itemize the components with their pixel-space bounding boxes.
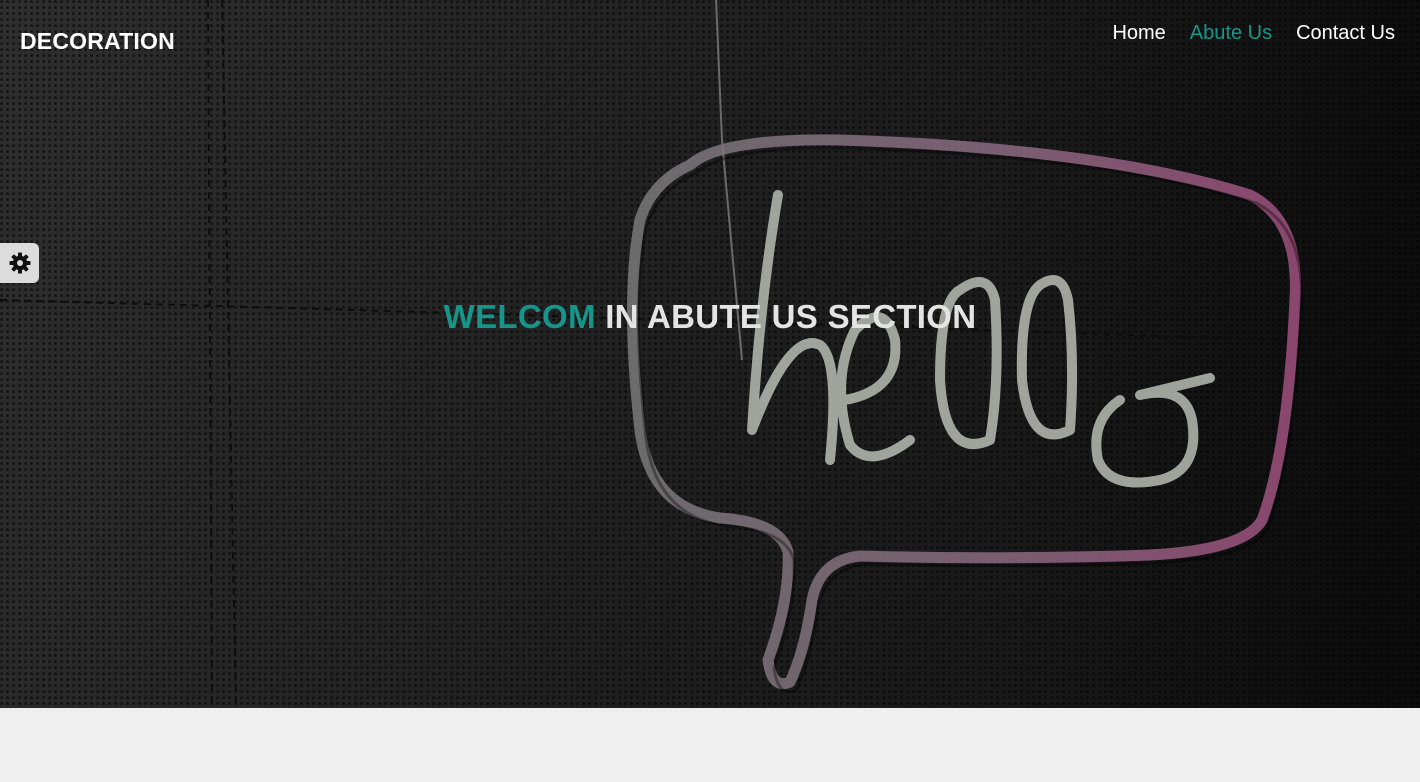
hero-section: DECORATION Home Abute Us Contact Us WELC…: [0, 0, 1420, 708]
hero-headline: WELCOM IN ABUTE US SECTION: [0, 298, 1420, 336]
main-nav: Home Abute Us Contact Us: [1112, 22, 1395, 45]
headline-text: IN ABUTE US SECTION: [595, 298, 977, 335]
photo-shading: [0, 0, 1420, 708]
brand-logo[interactable]: DECORATION: [20, 28, 175, 55]
hero-background-photo: [0, 0, 1420, 708]
gear-icon: [9, 252, 30, 274]
headline-accent: WELCOM: [443, 298, 596, 335]
nav-link-home[interactable]: Home: [1112, 22, 1165, 45]
nav-link-about-us[interactable]: Abute Us: [1190, 22, 1272, 45]
page-body-area: [0, 708, 1420, 782]
nav-link-contact-us[interactable]: Contact Us: [1296, 22, 1395, 45]
settings-toggle-button[interactable]: [0, 243, 39, 283]
